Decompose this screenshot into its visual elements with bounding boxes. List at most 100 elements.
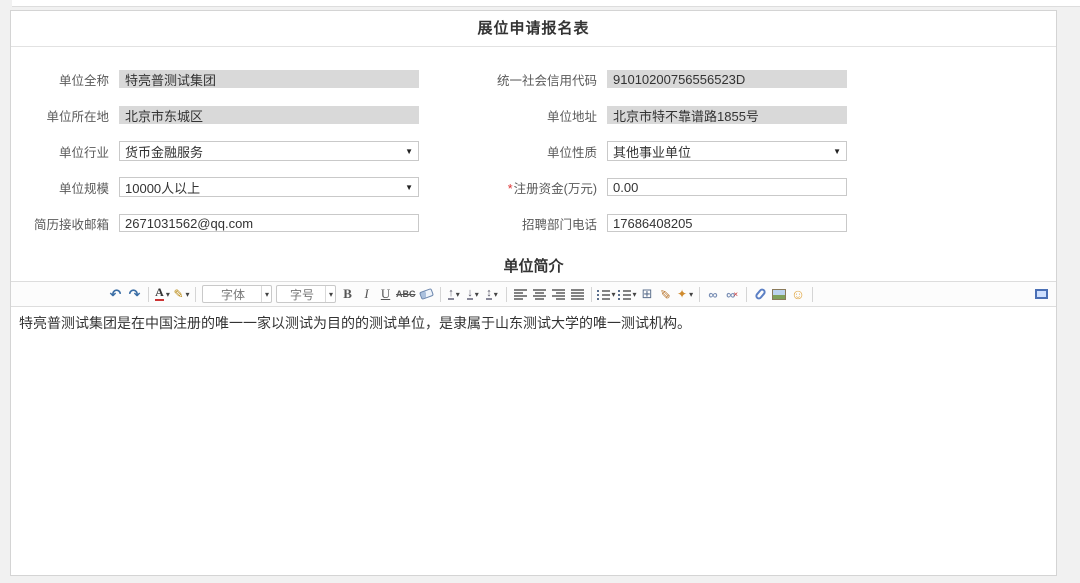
align-justify-button[interactable] bbox=[569, 285, 586, 303]
registered-capital-label: *注册资金(万元) bbox=[419, 178, 607, 197]
credit-code-field[interactable] bbox=[607, 70, 847, 88]
eraser-icon bbox=[419, 288, 434, 300]
chevron-down-icon: ▾ bbox=[261, 286, 269, 302]
toolbar-separator bbox=[195, 287, 196, 302]
unit-intro-editor[interactable]: 特亮普测试集团是在中国注册的唯一一家以测试为目的的测试单位，是隶属于山东测试大学… bbox=[11, 307, 1056, 574]
bold-icon[interactable]: B bbox=[339, 285, 356, 303]
letter-spacing-button[interactable]: ↑▾ bbox=[446, 285, 463, 303]
link-icon[interactable]: ∞ bbox=[705, 285, 722, 303]
unit-nature-select-value: 其他事业单位 bbox=[613, 142, 691, 161]
font-family-select[interactable]: 字体▾ bbox=[202, 285, 272, 303]
chevron-down-icon: ▾ bbox=[689, 290, 693, 299]
toolbar-separator bbox=[440, 287, 441, 302]
auto-typeset-button[interactable]: ✦▾ bbox=[677, 285, 694, 303]
toolbar-separator bbox=[699, 287, 700, 302]
unit-intro-text: 特亮普测试集团是在中国注册的唯一一家以测试为目的的测试单位，是隶属于山东测试大学… bbox=[19, 317, 691, 332]
resume-email-label: 简历接收邮箱 bbox=[11, 214, 119, 233]
form-row: 单位行业 货币金融服务 ▼ 单位性质 其他事业单位 ▼ bbox=[11, 133, 1056, 169]
unlink-button[interactable]: ∞× bbox=[724, 285, 741, 303]
spacing-down-icon: ↓ bbox=[467, 288, 473, 300]
form-row: 单位所在地 单位地址 bbox=[11, 97, 1056, 133]
fullscreen-icon[interactable] bbox=[1035, 289, 1048, 299]
redo-icon[interactable]: ↷ bbox=[126, 285, 143, 303]
chevron-down-icon: ▾ bbox=[475, 290, 479, 299]
highlight-color-button[interactable]: ✎▾ bbox=[173, 285, 190, 303]
unit-location-field[interactable] bbox=[119, 106, 419, 124]
field-credit-code: 统一社会信用代码 bbox=[419, 70, 847, 89]
align-center-button[interactable] bbox=[531, 285, 548, 303]
form-area: 单位全称 统一社会信用代码 单位所在地 单位地址 单位行业 货币金融服 bbox=[11, 47, 1056, 241]
font-color-button[interactable]: A▾ bbox=[154, 285, 171, 303]
chevron-down-icon: ▾ bbox=[494, 290, 498, 299]
field-unit-scale: 单位规模 10000人以上 ▼ bbox=[11, 177, 419, 197]
chevron-down-icon: ▾ bbox=[166, 290, 170, 299]
insert-image-button[interactable] bbox=[771, 285, 788, 303]
field-recruit-phone: 招聘部门电话 bbox=[419, 214, 847, 233]
line-height-icon: ↕ bbox=[486, 288, 492, 300]
unit-nature-label: 单位性质 bbox=[419, 142, 607, 161]
align-right-button[interactable] bbox=[550, 285, 567, 303]
resume-email-input[interactable] bbox=[119, 214, 419, 232]
unit-address-field[interactable] bbox=[607, 106, 847, 124]
page-title: 展位申请报名表 bbox=[11, 11, 1056, 47]
unit-name-label: 单位全称 bbox=[11, 70, 119, 89]
ordered-list-button[interactable]: ▾ bbox=[597, 285, 616, 303]
italic-icon[interactable]: I bbox=[358, 285, 375, 303]
unit-scale-label: 单位规模 bbox=[11, 178, 119, 197]
credit-code-label: 统一社会信用代码 bbox=[419, 70, 607, 89]
highlight-pen-icon: ✎ bbox=[173, 287, 183, 301]
toolbar-separator bbox=[591, 287, 592, 302]
align-right-icon bbox=[552, 289, 565, 300]
remove-format-button[interactable] bbox=[418, 285, 435, 303]
field-unit-name: 单位全称 bbox=[11, 70, 419, 89]
unit-nature-select[interactable]: 其他事业单位 ▼ bbox=[607, 141, 847, 161]
underline-icon[interactable]: U bbox=[377, 285, 394, 303]
align-justify-icon bbox=[571, 289, 584, 300]
undo-icon[interactable]: ↶ bbox=[107, 285, 124, 303]
chevron-down-icon: ▾ bbox=[612, 290, 616, 299]
image-icon bbox=[772, 289, 786, 300]
form-row: 单位全称 统一社会信用代码 bbox=[11, 61, 1056, 97]
form-row: 单位规模 10000人以上 ▼ *注册资金(万元) bbox=[11, 169, 1056, 205]
magic-wand-icon: ✦ bbox=[677, 287, 687, 301]
recruit-phone-input[interactable] bbox=[607, 214, 847, 232]
unit-address-label: 单位地址 bbox=[419, 106, 607, 125]
industry-label: 单位行业 bbox=[11, 142, 119, 161]
page-top-strip bbox=[12, 0, 1080, 7]
spacing-up-icon: ↑ bbox=[448, 288, 454, 300]
format-painter-icon[interactable]: ✐ bbox=[657, 286, 675, 303]
toolbar-separator bbox=[746, 287, 747, 302]
paperclip-icon bbox=[754, 287, 767, 301]
chevron-down-icon: ▾ bbox=[325, 286, 333, 302]
unordered-list-button[interactable]: ▾ bbox=[618, 285, 637, 303]
chevron-down-icon: ▾ bbox=[633, 290, 637, 299]
registered-capital-input[interactable] bbox=[607, 178, 847, 196]
font-size-select[interactable]: 字号▾ bbox=[276, 285, 336, 303]
editor-toolbar: ↶ ↷ A▾ ✎▾ 字体▾ 字号▾ B I U ABC ↑▾ ↓▾ ↕▾ ▾ ▾… bbox=[11, 281, 1056, 307]
align-left-icon bbox=[514, 289, 527, 300]
unlink-x-mark: × bbox=[733, 290, 738, 299]
strikethrough-icon[interactable]: ABC bbox=[396, 285, 416, 303]
table-icon[interactable]: ⊞ bbox=[639, 285, 656, 303]
line-height-button[interactable]: ↕▾ bbox=[484, 285, 501, 303]
required-asterisk: * bbox=[508, 182, 513, 196]
unit-name-field[interactable] bbox=[119, 70, 419, 88]
unit-scale-select-value: 10000人以上 bbox=[125, 178, 200, 197]
emoticon-icon[interactable]: ☺ bbox=[790, 285, 807, 303]
chevron-down-icon: ▼ bbox=[833, 147, 841, 156]
industry-select[interactable]: 货币金融服务 ▼ bbox=[119, 141, 419, 161]
font-size-select-value: 字号 bbox=[283, 286, 321, 303]
field-registered-capital: *注册资金(万元) bbox=[419, 178, 847, 197]
align-left-button[interactable] bbox=[512, 285, 529, 303]
chevron-down-icon: ▼ bbox=[405, 183, 413, 192]
toolbar-separator bbox=[506, 287, 507, 302]
unit-scale-select[interactable]: 10000人以上 ▼ bbox=[119, 177, 419, 197]
recruit-phone-label: 招聘部门电话 bbox=[419, 214, 607, 233]
paragraph-spacing-button[interactable]: ↓▾ bbox=[465, 285, 482, 303]
chevron-down-icon: ▾ bbox=[186, 290, 190, 299]
attachment-button[interactable] bbox=[752, 285, 769, 303]
toolbar-separator bbox=[148, 287, 149, 302]
chevron-down-icon: ▼ bbox=[405, 147, 413, 156]
field-unit-nature: 单位性质 其他事业单位 ▼ bbox=[419, 141, 847, 161]
font-color-icon: A bbox=[155, 287, 164, 301]
